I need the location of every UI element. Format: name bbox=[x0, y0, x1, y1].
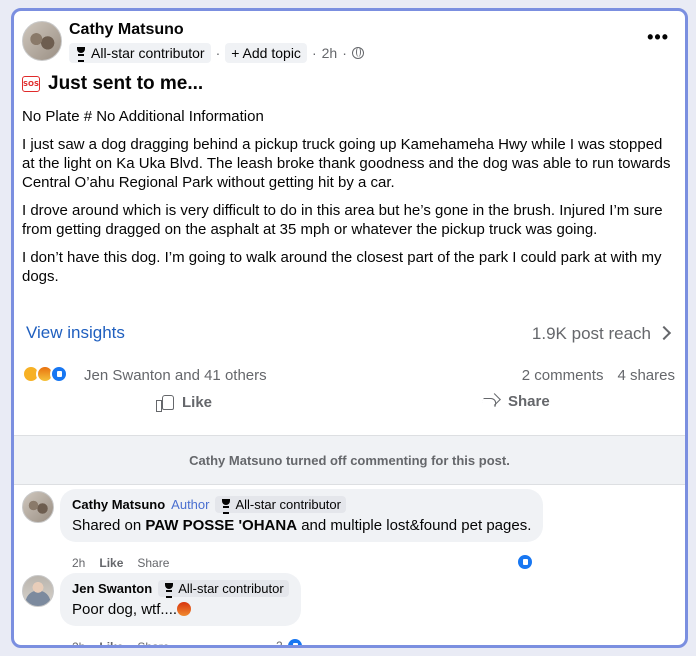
author-avatar[interactable] bbox=[22, 21, 62, 61]
post-meta: All-star contributor · + Add topic · 2h … bbox=[69, 43, 364, 63]
post-paragraph: I just saw a dog dragging behind a picku… bbox=[22, 136, 671, 191]
comment-time[interactable]: 2h bbox=[72, 640, 85, 645]
comment-text: Poor dog, wtf.... bbox=[72, 601, 289, 618]
add-topic-button[interactable]: + Add topic bbox=[225, 43, 307, 63]
like-button[interactable]: Like bbox=[156, 393, 213, 412]
chevron-right-icon[interactable] bbox=[656, 325, 672, 341]
commenter-name[interactable]: Jen Swanton bbox=[72, 581, 152, 596]
all-star-badge[interactable]: All-star contributor bbox=[215, 496, 346, 514]
badge-label: All-star contributor bbox=[91, 45, 205, 61]
more-options-icon[interactable]: ••• bbox=[647, 27, 669, 48]
reactions-summary[interactable]: Jen Swanton and 41 others bbox=[84, 367, 267, 384]
like-icon bbox=[50, 365, 68, 383]
comment-actions: 2h Like Share bbox=[72, 640, 169, 645]
separator: · bbox=[342, 45, 347, 61]
reaction-icons[interactable] bbox=[22, 365, 68, 383]
all-star-badge[interactable]: All-star contributor bbox=[69, 43, 211, 63]
trophy-icon bbox=[75, 47, 87, 62]
comment-like-count[interactable]: 2 bbox=[276, 639, 283, 645]
insights-row: View insights 1.9K post reach bbox=[26, 323, 673, 347]
group-link[interactable]: PAW POSSE 'OHANA bbox=[145, 517, 297, 534]
post-paragraph: No Plate # No Additional Information bbox=[22, 108, 264, 125]
trophy-icon bbox=[220, 498, 232, 514]
commenter-name[interactable]: Cathy Matsuno bbox=[72, 497, 165, 512]
globe-icon bbox=[351, 47, 364, 59]
comment-like-button[interactable]: Like bbox=[99, 556, 123, 570]
post-paragraph: I drove around which is very difficult t… bbox=[22, 202, 663, 238]
share-count[interactable]: 4 shares bbox=[617, 367, 675, 384]
sos-icon: SOS bbox=[22, 76, 40, 92]
separator: · bbox=[311, 45, 317, 61]
comment-bubble: Jen Swanton All-star contributor Poor do… bbox=[60, 573, 301, 626]
like-reaction-icon[interactable] bbox=[286, 637, 304, 645]
like-reaction-icon[interactable] bbox=[516, 553, 534, 571]
comment-text-suffix: and multiple lost&found pet pages. bbox=[297, 517, 532, 534]
author-name[interactable]: Cathy Matsuno bbox=[69, 21, 184, 39]
engagement-counts: 2 comments 4 shares bbox=[522, 367, 675, 384]
comments-disabled-notice: Cathy Matsuno turned off commenting for … bbox=[14, 435, 685, 485]
thumbs-up-icon bbox=[156, 393, 174, 412]
post-reach[interactable]: 1.9K post reach bbox=[532, 324, 651, 344]
like-label: Like bbox=[182, 393, 213, 411]
comment-bubble: Cathy Matsuno Author All-star contributo… bbox=[60, 489, 544, 542]
comment-header: Cathy Matsuno Author All-star contributo… bbox=[72, 496, 531, 514]
comment-text-prefix: Shared on bbox=[72, 517, 146, 534]
all-star-badge[interactable]: All-star contributor bbox=[158, 580, 289, 598]
separator: · bbox=[215, 45, 221, 61]
share-arrow-icon bbox=[480, 394, 500, 410]
badge-label: All-star contributor bbox=[235, 497, 341, 512]
badge-label: All-star contributor bbox=[178, 581, 284, 596]
comment-actions: 2h Like Share bbox=[72, 556, 169, 570]
view-insights-link[interactable]: View insights bbox=[26, 323, 125, 343]
comment-text-body: Poor dog, wtf.... bbox=[72, 601, 178, 618]
post-time[interactable]: 2h bbox=[322, 45, 338, 61]
post-title: Just sent to me... bbox=[48, 73, 204, 94]
actions-row: Like Share bbox=[22, 393, 677, 423]
trophy-icon bbox=[163, 582, 175, 598]
post-header: Cathy Matsuno All-star contributor · + A… bbox=[22, 19, 677, 69]
comment-share-button[interactable]: Share bbox=[137, 556, 169, 570]
reactions-row: Jen Swanton and 41 others 2 comments 4 s… bbox=[22, 365, 677, 387]
comment-header: Jen Swanton All-star contributor bbox=[72, 580, 289, 598]
comment-share-button[interactable]: Share bbox=[137, 640, 169, 645]
share-button[interactable]: Share bbox=[480, 393, 550, 410]
commenter-avatar[interactable] bbox=[22, 491, 54, 523]
post-title-row: SOS Just sent to me... bbox=[22, 73, 203, 95]
author-tag: Author bbox=[171, 497, 210, 512]
comment-time[interactable]: 2h bbox=[72, 556, 85, 570]
post-body: No Plate # No Additional Information I j… bbox=[22, 107, 678, 295]
post-card: Cathy Matsuno All-star contributor · + A… bbox=[11, 8, 688, 648]
comment-text: Shared on PAW POSSE 'OHANA and multiple … bbox=[72, 517, 531, 534]
comment-count[interactable]: 2 comments bbox=[522, 367, 604, 384]
angry-face-emoji-icon bbox=[177, 602, 192, 616]
share-label: Share bbox=[508, 393, 550, 410]
post-paragraph: I don’t have this dog. I’m going to walk… bbox=[22, 249, 662, 285]
comment-like-button[interactable]: Like bbox=[99, 640, 123, 645]
commenter-avatar[interactable] bbox=[22, 575, 54, 607]
